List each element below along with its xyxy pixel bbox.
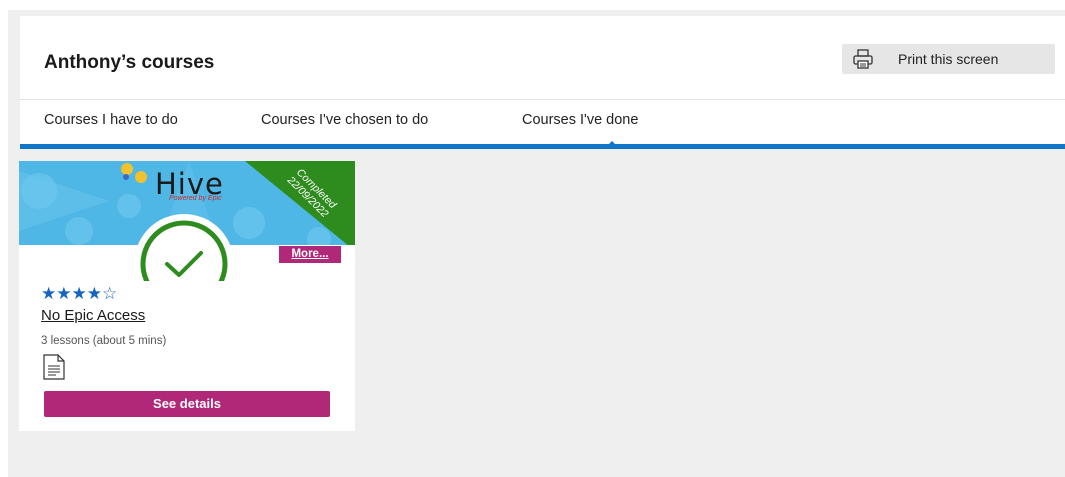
completed-check-icon: [131, 211, 237, 281]
rating-stars: ★★★★☆: [41, 284, 118, 303]
course-tabs: Courses I have to do Courses I've chosen…: [20, 100, 1065, 149]
tab-courses-done[interactable]: Courses I've done: [522, 112, 638, 128]
see-details-button[interactable]: See details: [44, 391, 330, 417]
tab-courses-chosen[interactable]: Courses I've chosen to do: [261, 112, 428, 128]
page-background: Anthony’s courses Print this screen Cour…: [8, 10, 1065, 477]
tab-courses-to-do[interactable]: Courses I have to do: [44, 112, 178, 128]
print-button-label: Print this screen: [898, 51, 999, 67]
course-title-link[interactable]: No Epic Access: [41, 307, 145, 324]
page-title: Anthony’s courses: [44, 52, 215, 73]
lesson-count: 3 lessons (about 5 mins): [41, 335, 167, 347]
active-tab-indicator: [604, 141, 620, 149]
page-header: Anthony’s courses Print this screen: [20, 16, 1065, 100]
printer-icon: [853, 49, 873, 69]
document-icon: [43, 354, 65, 380]
course-card: Hive Powered by Epic Completed 22/09/202…: [19, 161, 355, 431]
hive-logo-subtitle: Powered by Epic: [169, 195, 222, 202]
print-button[interactable]: Print this screen: [842, 44, 1055, 74]
more-button[interactable]: More...: [279, 246, 341, 263]
